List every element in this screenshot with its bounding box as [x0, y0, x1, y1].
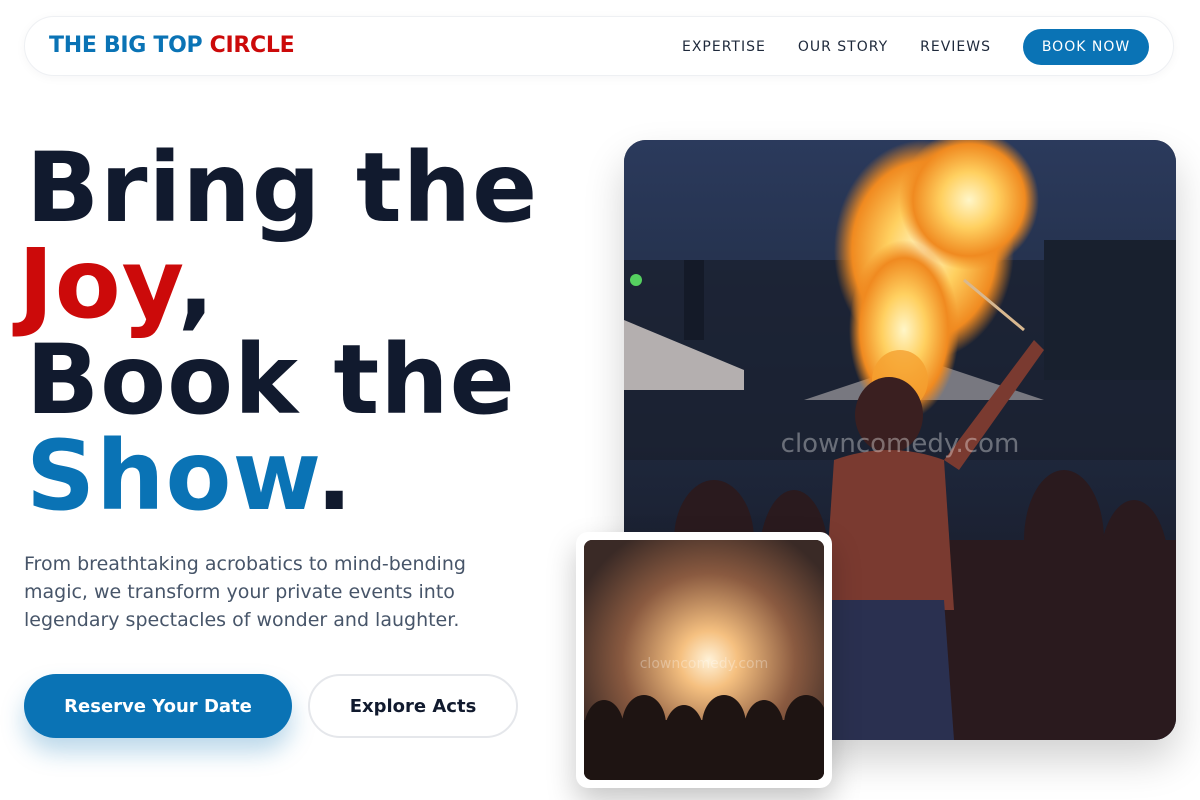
brand-logo[interactable]: THE BIG TOP CIRCLE: [49, 33, 295, 58]
nav-link-our-story[interactable]: OUR STORY: [798, 39, 888, 55]
inset-photo-watermark: clowncomedy.com: [640, 656, 769, 672]
nav-link-expertise[interactable]: EXPERTISE: [682, 39, 766, 55]
book-now-button[interactable]: BOOK NOW: [1023, 29, 1149, 65]
nav-links: EXPERTISE OUR STORY REVIEWS: [682, 39, 991, 55]
nav-link-reviews[interactable]: REVIEWS: [920, 39, 991, 55]
concert-photo-frame: clowncomedy.com: [576, 532, 832, 788]
navbar: THE BIG TOP CIRCLE EXPERTISE OUR STORY R…: [24, 16, 1174, 76]
hero-subtext: From breathtaking acrobatics to mind-ben…: [24, 553, 466, 631]
logo-text-blue: THE BIG TOP: [49, 33, 210, 58]
explore-acts-button[interactable]: Explore Acts: [308, 674, 518, 738]
main-photo-watermark: clowncomedy.com: [781, 429, 1020, 459]
concert-crowd-photo: clowncomedy.com: [584, 540, 824, 780]
headline-show: Show: [26, 420, 316, 532]
headline-period: .: [315, 420, 354, 532]
logo-text-red: CIRCLE: [209, 33, 295, 58]
hero-headline: Bring the Joy, Book the Show.: [18, 140, 538, 524]
reserve-date-button[interactable]: Reserve Your Date: [24, 674, 292, 738]
